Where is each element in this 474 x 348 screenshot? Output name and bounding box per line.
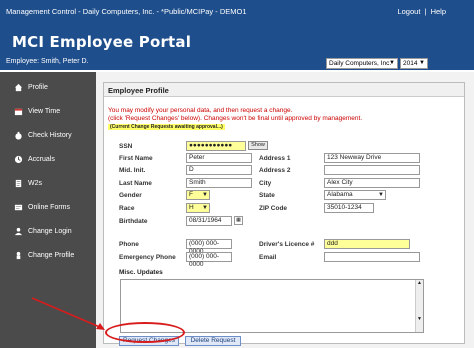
chevron-down-icon: ▼ [202,205,208,211]
calendar-icon[interactable]: ▦ [234,216,243,225]
gender-label: Gender [119,192,142,199]
delete-request-button[interactable]: Delete Request [185,336,241,346]
misc-updates-label: Misc. Updates [119,269,163,276]
sidebar-item-change-login[interactable]: Change Login [0,220,96,243]
chevron-down-icon: ▼ [419,60,425,66]
first-name-field[interactable]: Peter [186,153,252,163]
drivers-license-field[interactable]: ddd [324,239,410,249]
help-link[interactable]: Help [431,7,446,16]
company-select[interactable]: Daily Computers, Inc. ▼ [326,58,398,69]
show-ssn-button[interactable]: Show [248,141,268,150]
birthdate-field[interactable]: 08/31/1964 [186,216,232,226]
sidebar-item-view-time[interactable]: View Time [0,100,96,123]
form-icon [14,204,23,211]
address2-label: Address 2 [259,167,291,174]
chevron-down-icon: ▼ [389,60,395,66]
sidebar-item-online-forms[interactable]: Online Forms [0,196,96,219]
year-select[interactable]: 2014 ▼ [400,58,428,69]
highlight-ring [105,322,185,343]
sidebar-item-label: Check History [28,132,72,139]
sidebar-item-label: Online Forms [28,204,71,211]
gender-select[interactable]: F ▼ [186,190,210,200]
last-name-field[interactable]: Smith [186,178,252,188]
emergency-phone-label: Emergency Phone [119,254,176,261]
sidebar-item-label: Change Profile [28,252,75,259]
state-select[interactable]: Alabama ▼ [324,190,386,200]
sidebar-item-label: Accruals [28,156,55,163]
clock-icon [14,155,23,164]
sidebar-item-label: Profile [28,84,48,91]
phone-field[interactable]: (000) 000-0000 [186,239,232,255]
emergency-phone-field[interactable]: (000) 000-0000 [186,252,232,268]
sidebar-item-w2s[interactable]: W2s [0,172,96,195]
panel-title: Employee Profile [104,83,464,97]
company-select-value: Daily Computers, Inc. [329,60,392,67]
race-select[interactable]: H ▼ [186,203,210,213]
scrollbar[interactable]: ▲ ▼ [415,280,423,332]
main-content: Employee Profile You may modify your per… [96,72,474,348]
last-name-label: Last Name [119,180,152,187]
sidebar-item-accruals[interactable]: Accruals [0,148,96,171]
document-icon [15,179,22,188]
sidebar-item-label: W2s [28,180,42,187]
app-path: Management Control - Daily Computers, In… [6,7,247,16]
login-icon [14,227,23,236]
race-label: Race [119,205,135,212]
address1-label: Address 1 [259,155,291,162]
money-bag-icon [15,131,22,140]
city-field[interactable]: Alex City [324,178,420,188]
notice-line-1: You may modify your personal data, and t… [108,107,293,114]
link-separator: | [424,7,427,16]
phone-label: Phone [119,241,139,248]
red-arrow-icon [31,297,105,330]
notice-line-2: (click 'Request Changes' below). Changes… [108,115,363,122]
state-select-value: Alabama [327,191,353,198]
gender-select-value: F [189,191,193,198]
first-name-label: First Name [119,155,153,162]
sidebar-item-check-history[interactable]: Check History [0,124,96,147]
employee-profile-panel: Employee Profile You may modify your per… [103,82,465,346]
mid-init-label: Mid. Init. [119,167,146,174]
city-label: City [259,180,272,187]
ssn-field[interactable]: ●●●●●●●●●●● [186,141,246,151]
chevron-down-icon: ▼ [378,192,384,198]
email-field[interactable] [324,252,420,262]
race-select-value: H [189,204,194,211]
zip-field[interactable]: 35010-1234 [324,203,374,213]
calendar-icon [14,108,23,116]
year-select-value: 2014 [403,60,418,67]
address2-field[interactable] [324,165,420,175]
house-icon [14,83,23,92]
drivers-license-label: Driver's Licence # [259,241,315,248]
logout-link[interactable]: Logout [397,7,420,16]
state-label: State [259,192,275,199]
birthdate-label: Birthdate [119,218,148,225]
mid-init-field[interactable]: D [186,165,252,175]
person-icon [16,251,21,260]
email-label: Email [259,254,277,261]
chevron-down-icon: ▼ [202,192,208,198]
top-links: Logout | Help [397,7,446,16]
sidebar-item-profile[interactable]: Profile [0,76,96,99]
sidebar-item-label: View Time [28,108,61,115]
sidebar-item-label: Change Login [28,228,72,235]
employee-name: Employee: Smith, Peter D. [6,58,89,65]
zip-label: ZIP Code [259,205,288,212]
portal-title: MCI Employee Portal [12,33,192,51]
address1-field[interactable]: 123 Newway Drive [324,153,420,163]
sidebar-item-change-profile[interactable]: Change Profile [0,244,96,267]
ssn-label: SSN [119,143,133,150]
title-bar: Management Control - Daily Computers, In… [0,0,474,22]
pending-requests-badge: (Current Change Requests awaiting approv… [108,124,225,130]
